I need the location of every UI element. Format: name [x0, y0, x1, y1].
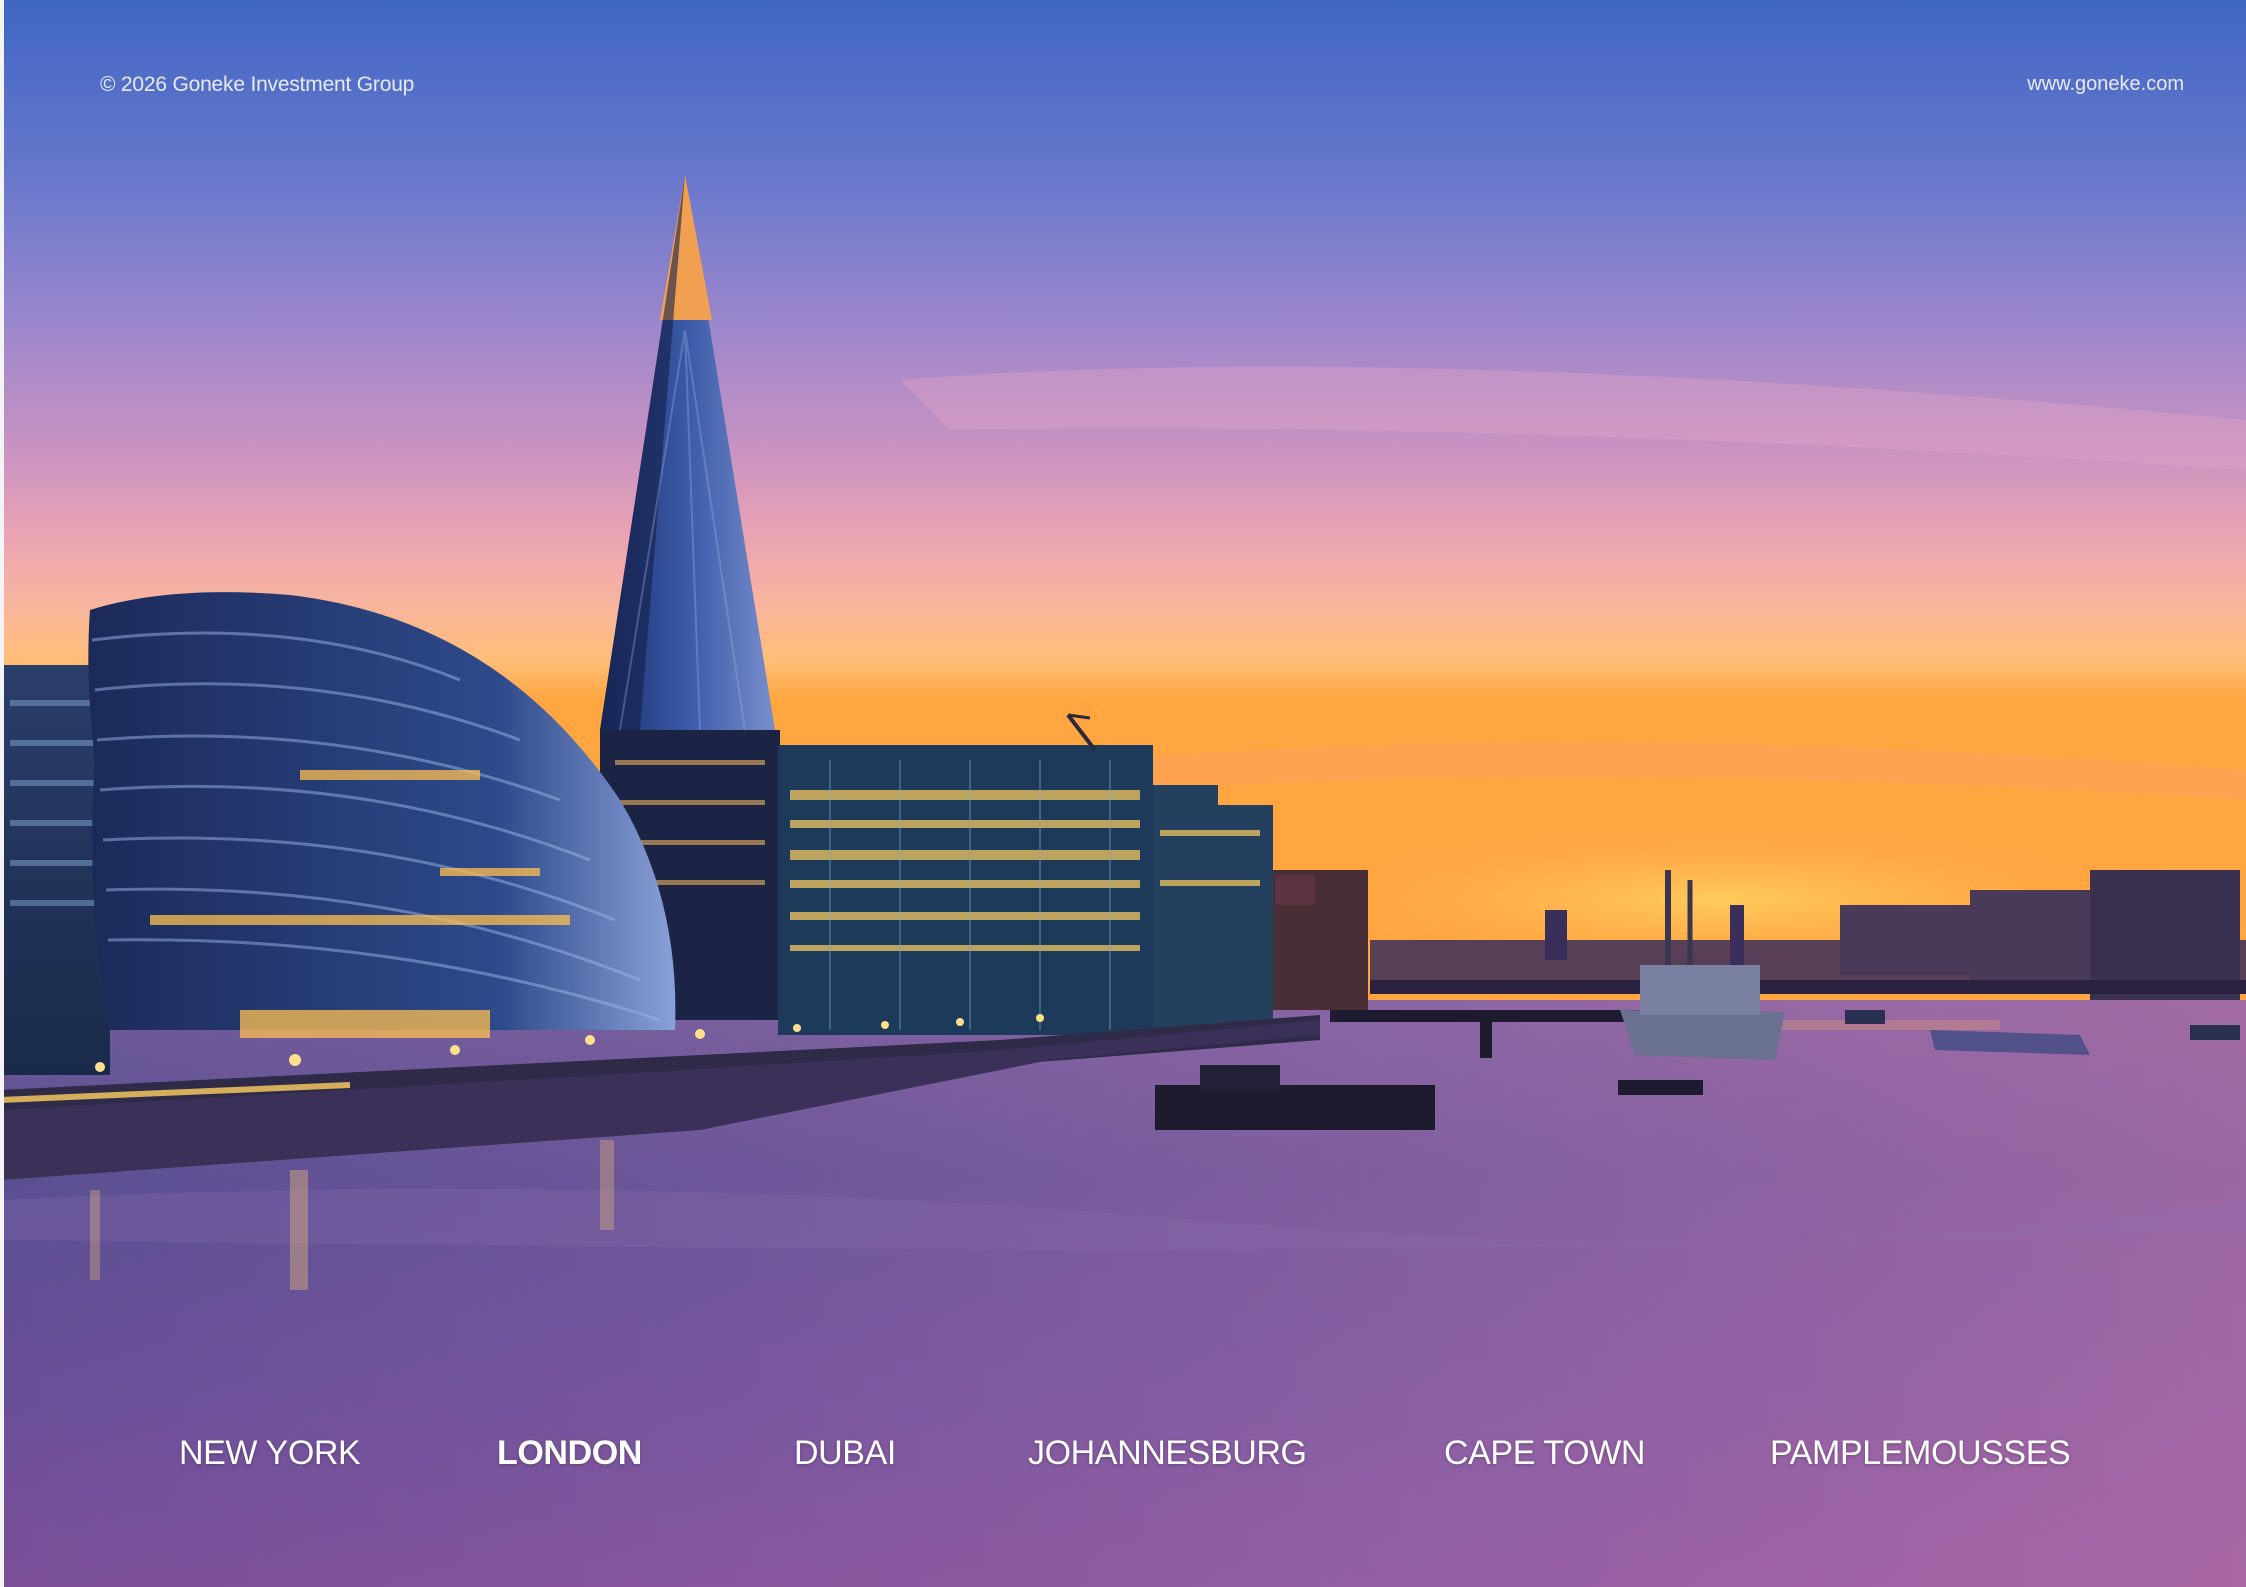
page-edge-strip [0, 0, 4, 1587]
city-link-cape-town[interactable]: CAPE TOWN [1444, 1434, 1645, 1473]
city-link-new-york[interactable]: NEW YORK [179, 1434, 361, 1473]
brochure-page: © 2026 Goneke Investment Group www.gonek… [0, 0, 2246, 1587]
city-link-johannesburg[interactable]: JOHANNESBURG [1028, 1434, 1307, 1473]
city-link-dubai[interactable]: DUBAI [794, 1434, 896, 1473]
website-link[interactable]: www.goneke.com [2027, 73, 2184, 96]
city-link-pamplemousses[interactable]: PAMPLEMOUSSES [1770, 1434, 2071, 1473]
copyright-notice: © 2026 Goneke Investment Group [100, 73, 415, 96]
london-skyline-image [0, 0, 2246, 1587]
city-navigation: NEW YORK LONDON DUBAI JOHANNESBURG CAPE … [0, 1434, 2246, 1482]
city-link-london[interactable]: LONDON [497, 1434, 642, 1473]
